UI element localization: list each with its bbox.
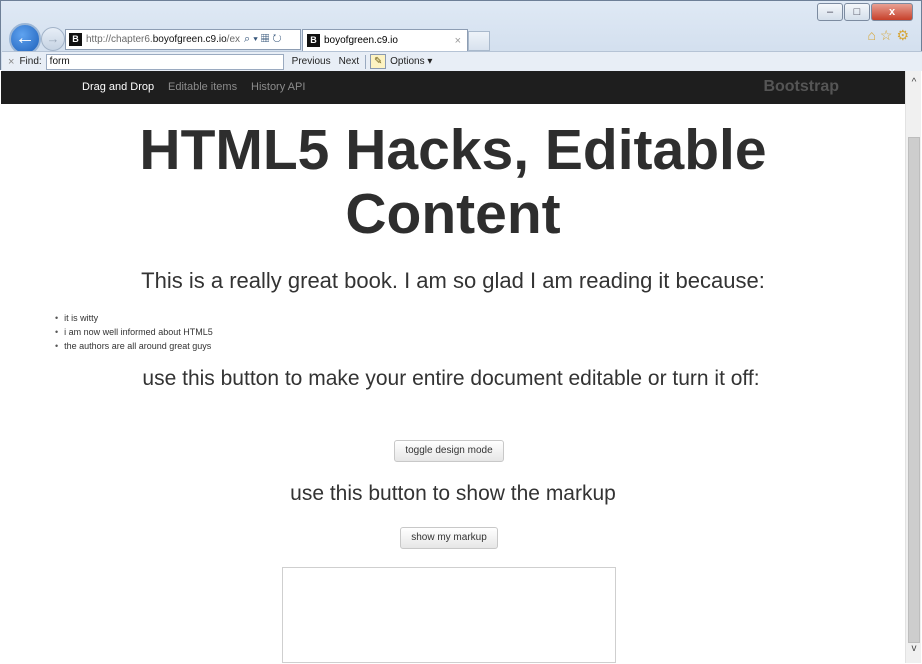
list-item: it is witty	[55, 311, 213, 325]
find-options-button[interactable]: Options ▾	[390, 56, 432, 67]
search-refresh-icons[interactable]: ⌕ ▾ ▦ ↻	[244, 33, 282, 46]
navbar-brand[interactable]: Bootstrap	[763, 78, 839, 96]
toggle-design-mode-button[interactable]: toggle design mode	[394, 440, 504, 462]
find-input[interactable]: form	[45, 53, 284, 70]
nav-item-editable-items[interactable]: Editable items	[168, 81, 237, 93]
show-markup-button[interactable]: show my markup	[400, 527, 498, 549]
forward-arrow-icon[interactable]: →	[41, 27, 65, 51]
top-navbar: Drag and Drop Editable items History API…	[1, 71, 905, 104]
design-mode-heading: use this button to make your entire docu…	[142, 367, 760, 390]
intro-heading: This is a really great book. I am so gla…	[141, 268, 765, 293]
list-item: the authors are all around great guys	[55, 339, 213, 353]
minimize-button[interactable]: –	[817, 3, 843, 21]
vertical-scrollbar[interactable]: ^ v	[905, 71, 921, 663]
page-title: HTML5 Hacks, Editable Content	[1, 118, 905, 246]
nav-item-drag-and-drop[interactable]: Drag and Drop	[82, 81, 154, 93]
find-bar: × Find: form Previous Next ✎ Options ▾	[2, 51, 922, 71]
address-bar[interactable]: B http://chapter6.boyofgreen.c9.io/ex ⌕ …	[65, 29, 301, 50]
find-label: Find:	[19, 56, 42, 67]
tab-favicon-icon: B	[307, 34, 320, 47]
scrollbar-thumb[interactable]	[908, 137, 920, 643]
markup-textarea[interactable]	[282, 567, 616, 663]
page-viewport: Drag and Drop Editable items History API…	[1, 71, 905, 663]
tab-title: boyofgreen.c9.io	[324, 35, 398, 46]
highlight-icon[interactable]: ✎	[370, 54, 387, 69]
scroll-up-icon[interactable]: ^	[906, 75, 922, 91]
address-url: http://chapter6.boyofgreen.c9.io/ex	[86, 34, 241, 45]
site-favicon-icon: B	[69, 33, 82, 46]
maximize-button[interactable]: □	[844, 3, 870, 21]
reasons-list: it is witty i am now well informed about…	[55, 311, 213, 353]
window-controls: – □ x	[816, 3, 913, 21]
page-title-line-1: HTML5 Hacks, Editable	[139, 118, 767, 182]
page-title-line-2: Content	[345, 182, 561, 246]
find-next-button[interactable]: Next	[339, 56, 360, 67]
nav-item-history-api[interactable]: History API	[251, 81, 305, 93]
browser-chrome: – □ x ← → B http://chapter6.boyofgreen.c…	[0, 0, 922, 71]
markup-heading: use this button to show the markup	[290, 482, 616, 505]
tab-close-icon[interactable]: ×	[455, 35, 461, 47]
tab-boyofgreen[interactable]: B boyofgreen.c9.io ×	[302, 29, 468, 51]
home-favorites-tools-icons[interactable]: ⌂☆⚙	[867, 27, 913, 44]
find-divider	[365, 54, 367, 69]
list-item: i am now well informed about HTML5	[55, 325, 213, 339]
close-window-button[interactable]: x	[871, 3, 913, 21]
new-tab-button[interactable]	[468, 31, 490, 51]
find-previous-button[interactable]: Previous	[292, 56, 331, 67]
find-close-icon[interactable]: ×	[8, 56, 14, 68]
scroll-down-icon[interactable]: v	[906, 641, 922, 657]
